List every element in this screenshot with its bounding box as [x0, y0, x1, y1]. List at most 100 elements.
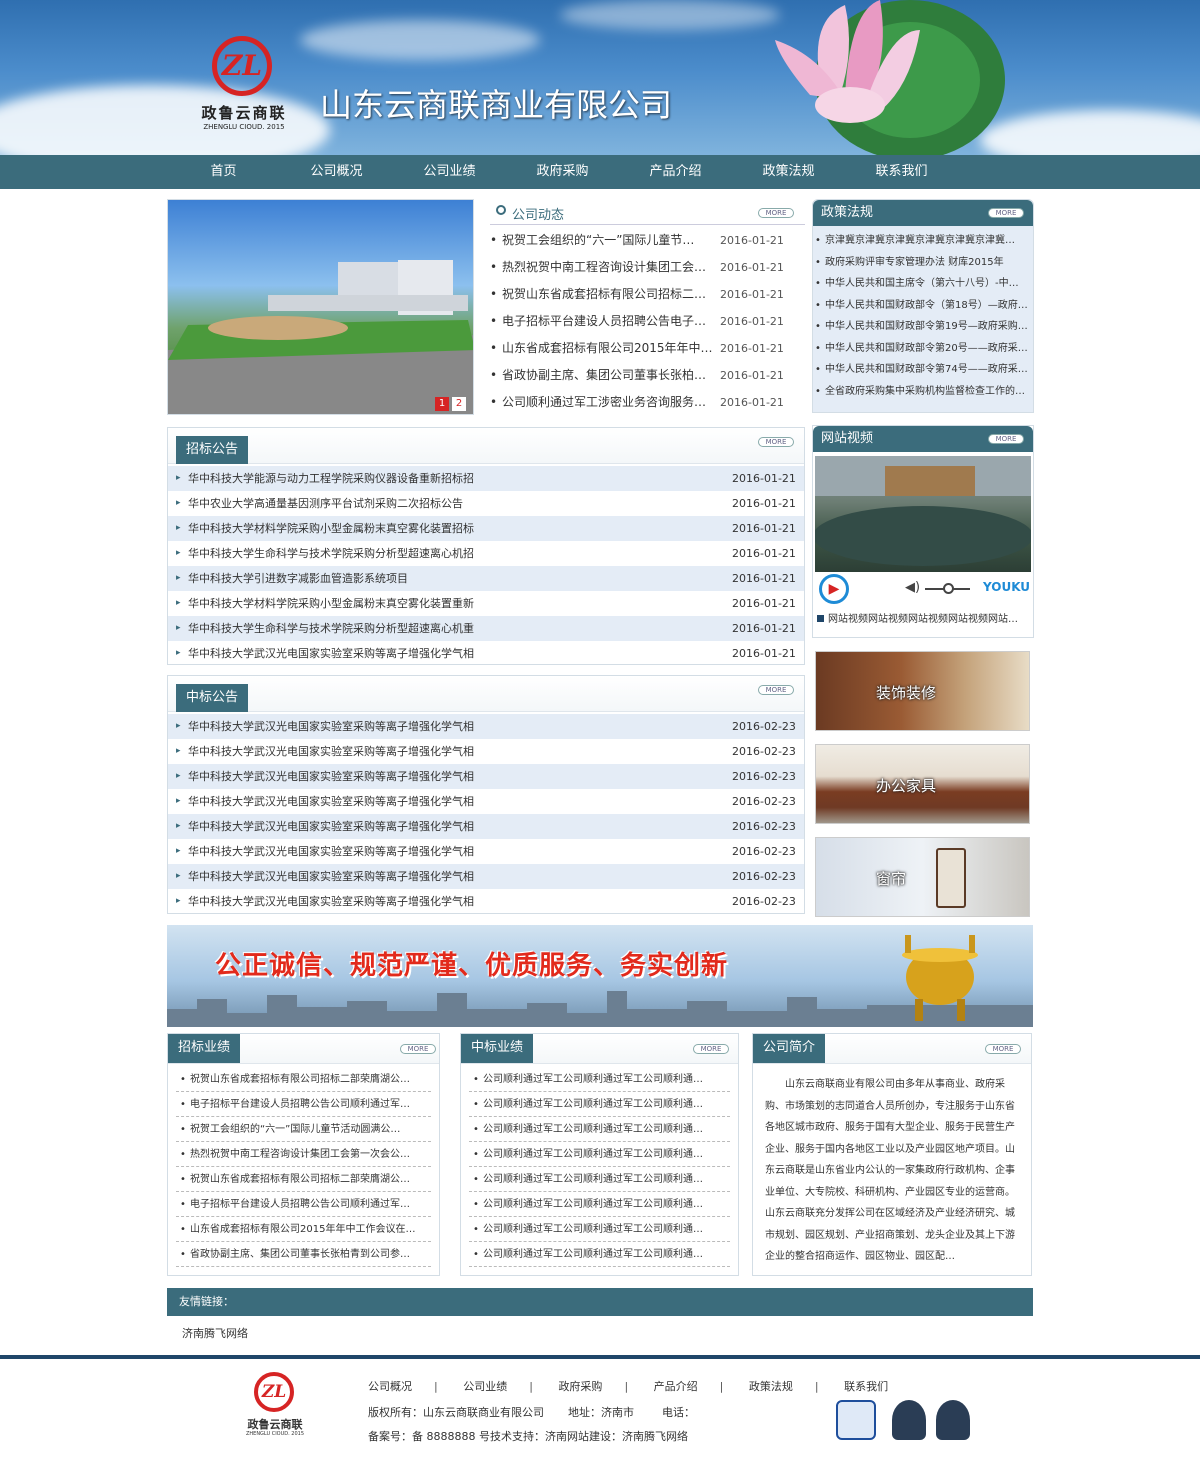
bidding-row[interactable]: 华中科技大学材料学院采购小型金属粉末真空雾化装置重新 2016-01-21: [168, 591, 804, 616]
nav-item-procurement[interactable]: 政府采购: [506, 155, 619, 189]
win-performance-panel: 中标业绩 MORE 公司顺利通过军工公司顺利通过军工公司顺利通…公司顺利通过军工…: [460, 1033, 739, 1276]
perf-win-item[interactable]: 公司顺利通过军工公司顺利通过军工公司顺利通…: [469, 1242, 730, 1267]
policy-item[interactable]: 中华人民共和国财政部令第20号——政府采…: [813, 338, 1033, 360]
winning-row[interactable]: 华中科技大学武汉光电国家实验室采购等离子增强化学气相 2016-02-23: [168, 814, 804, 839]
bidding-row[interactable]: 华中科技大学生命科学与技术学院采购分析型超速离心机招 2016-01-21: [168, 541, 804, 566]
intro-more-button[interactable]: MORE: [985, 1044, 1021, 1054]
bidding-row-title: 华中科技大学生命科学与技术学院采购分析型超速离心机重: [188, 622, 474, 635]
perf-bid-item[interactable]: 山东省成套招标有限公司2015年年中工作会议在…: [176, 1217, 431, 1242]
product-office[interactable]: 办公家具: [815, 744, 1030, 824]
cyber-police-icon[interactable]: [892, 1400, 926, 1440]
news-item-date: 2016-01-21: [720, 261, 784, 274]
bidding-row[interactable]: 华中科技大学材料学院采购小型金属粉末真空雾化装置招标 2016-01-21: [168, 516, 804, 541]
winning-row[interactable]: 华中科技大学武汉光电国家实验室采购等离子增强化学气相 2016-02-23: [168, 739, 804, 764]
police-badge-icon[interactable]: [836, 1400, 876, 1440]
video-more-button[interactable]: MORE: [988, 434, 1024, 444]
winning-row[interactable]: 华中科技大学武汉光电国家实验室采购等离子增强化学气相 2016-02-23: [168, 839, 804, 864]
nav-item-home[interactable]: 首页: [167, 155, 280, 189]
perf-bid-item[interactable]: 祝贺工会组织的“六一”国际儿童节活动圆满公…: [176, 1117, 431, 1142]
news-item[interactable]: 公司顺利通过军工涉密业务咨询服务… 2016-01-21: [490, 389, 805, 416]
chair-shape: [936, 848, 966, 908]
perf-bid-item[interactable]: 祝贺山东省成套招标有限公司招标二部荣膺湖公…: [176, 1067, 431, 1092]
bidding-row[interactable]: 华中科技大学引进数字减影血管造影系统项目 2016-01-21: [168, 566, 804, 591]
perf-win-item[interactable]: 公司顺利通过军工公司顺利通过军工公司顺利通…: [469, 1142, 730, 1167]
video-caption[interactable]: 网站视频网站视频网站视频网站视频网站…: [817, 610, 1029, 625]
winning-more-button[interactable]: MORE: [758, 685, 794, 695]
winning-panel: 中标公告 MORE 华中科技大学武汉光电国家实验室采购等离子增强化学气相 2016…: [167, 675, 805, 914]
intro-title: 公司简介: [753, 1034, 826, 1063]
link-item[interactable]: 济南腾飞网络: [182, 1325, 248, 1341]
footer-link-performance[interactable]: 公司业绩: [463, 1380, 507, 1393]
winning-row[interactable]: 华中科技大学武汉光电国家实验室采购等离子增强化学气相 2016-02-23: [168, 764, 804, 789]
bidding-row[interactable]: 华中农业大学高通量基因测序平台试剂采购二次招标公告 2016-01-21: [168, 491, 804, 516]
perf-win-item[interactable]: 公司顺利通过军工公司顺利通过军工公司顺利通…: [469, 1192, 730, 1217]
nav-item-policy[interactable]: 政策法规: [732, 155, 845, 189]
perf-bid-item[interactable]: 省政协副主席、集团公司董事长张柏青到公司参…: [176, 1242, 431, 1267]
volume-icon[interactable]: ◀): [905, 580, 920, 595]
nav-item-contact[interactable]: 联系我们: [845, 155, 958, 189]
policy-item[interactable]: 全省政府采购集中采购机构监督检查工作的…: [813, 381, 1033, 403]
youku-logo: YOUKU: [983, 580, 1031, 594]
news-more-button[interactable]: MORE: [758, 208, 794, 218]
perf-win-item[interactable]: 公司顺利通过军工公司顺利通过军工公司顺利通…: [469, 1167, 730, 1192]
volume-knob[interactable]: [943, 583, 954, 594]
perf-win-item[interactable]: 公司顺利通过军工公司顺利通过军工公司顺利通…: [469, 1217, 730, 1242]
play-icon[interactable]: ▶: [819, 574, 849, 604]
policy-item[interactable]: 中华人民共和国财政部令（第18号）—政府…: [813, 295, 1033, 317]
news-item[interactable]: 热烈祝贺中南工程咨询设计集团工会… 2016-01-21: [490, 254, 805, 281]
perf-win-item[interactable]: 公司顺利通过军工公司顺利通过军工公司顺利通…: [469, 1117, 730, 1142]
perf-bid-item[interactable]: 祝贺山东省成套招标有限公司招标二部荣膺湖公…: [176, 1167, 431, 1192]
bidding-row[interactable]: 华中科技大学能源与动力工程学院采购仪器设备重新招标招 2016-01-21: [168, 466, 804, 491]
slider-page-1[interactable]: 1: [435, 397, 449, 411]
news-item[interactable]: 省政协副主席、集团公司董事长张柏… 2016-01-21: [490, 362, 805, 389]
links-bar: 友情链接：: [167, 1288, 1033, 1316]
footer-link-products[interactable]: 产品介绍: [654, 1380, 698, 1393]
policy-item[interactable]: 中华人民共和国财政部令第19号—政府采购…: [813, 316, 1033, 338]
winning-title: 中标公告: [176, 684, 249, 712]
news-item-title: 祝贺山东省成套招标有限公司招标二…: [502, 287, 707, 301]
footer-link-about[interactable]: 公司概况: [368, 1380, 412, 1393]
footer-link-procurement[interactable]: 政府采购: [558, 1380, 602, 1393]
news-item[interactable]: 祝贺工会组织的“六一”国际儿童节… 2016-01-21: [490, 227, 805, 254]
winning-row[interactable]: 华中科技大学武汉光电国家实验室采购等离子增强化学气相 2016-02-23: [168, 789, 804, 814]
perf-win-item[interactable]: 公司顺利通过军工公司顺利通过军工公司顺利通…: [469, 1067, 730, 1092]
policy-item[interactable]: 中华人民共和国财政部令第74号——政府采…: [813, 359, 1033, 381]
footer-logo[interactable]: ZL 政鲁云商联 ZHENGLU CIOUD. 2015: [238, 1372, 312, 1442]
policy-item[interactable]: 京津冀京津冀京津冀京津冀京津冀京津冀…: [813, 230, 1033, 252]
bid-performance-panel: 招标业绩 MORE 祝贺山东省成套招标有限公司招标二部荣膺湖公…电子招标平台建设…: [167, 1033, 440, 1276]
winning-row[interactable]: 华中科技大学武汉光电国家实验室采购等离子增强化学气相 2016-02-23: [168, 889, 804, 914]
news-item[interactable]: 电子招标平台建设人员招聘公告电子… 2016-01-21: [490, 308, 805, 335]
bid-performance-more-button[interactable]: MORE: [400, 1044, 436, 1054]
nav-item-products[interactable]: 产品介绍: [619, 155, 732, 189]
perf-bid-item[interactable]: 电子招标平台建设人员招聘公告公司顺利通过军…: [176, 1192, 431, 1217]
nav-item-performance[interactable]: 公司业绩: [393, 155, 506, 189]
video-player[interactable]: [815, 456, 1031, 572]
policy-item[interactable]: 政府采购评审专家管理办法 财库2015年: [813, 252, 1033, 274]
winning-row[interactable]: 华中科技大学武汉光电国家实验室采购等离子增强化学气相 2016-02-23: [168, 714, 804, 739]
product-curtain[interactable]: 窗帘: [815, 837, 1030, 917]
bidding-row[interactable]: 华中科技大学生命科学与技术学院采购分析型超速离心机重 2016-01-21: [168, 616, 804, 641]
golden-vessel: [902, 935, 978, 1021]
policy-item[interactable]: 中华人民共和国主席令（第六十八号）-中…: [813, 273, 1033, 295]
image-slider[interactable]: 1 2: [167, 199, 474, 415]
news-item[interactable]: 山东省成套招标有限公司2015年年中… 2016-01-21: [490, 335, 805, 362]
cyber-police-icon-2[interactable]: [936, 1400, 970, 1440]
winning-row[interactable]: 华中科技大学武汉光电国家实验室采购等离子增强化学气相 2016-02-23: [168, 864, 804, 889]
policy-more-button[interactable]: MORE: [988, 208, 1024, 218]
news-item[interactable]: 祝贺山东省成套招标有限公司招标二… 2016-01-21: [490, 281, 805, 308]
slider-page-2[interactable]: 2: [452, 397, 466, 411]
footer-link-contact[interactable]: 联系我们: [844, 1380, 888, 1393]
perf-bid-item[interactable]: 热烈祝贺中南工程咨询设计集团工会第一次会公…: [176, 1142, 431, 1167]
footer-link-policy[interactable]: 政策法规: [749, 1380, 793, 1393]
winning-row-title: 华中科技大学武汉光电国家实验室采购等离子增强化学气相: [188, 845, 474, 858]
perf-bid-item[interactable]: 电子招标平台建设人员招聘公告公司顺利通过军…: [176, 1092, 431, 1117]
site-logo[interactable]: ZL 政鲁云商联 ZHENGLU CIOUD. 2015: [196, 36, 292, 136]
news-icon: [496, 205, 506, 215]
win-performance-more-button[interactable]: MORE: [693, 1044, 729, 1054]
product-decoration[interactable]: 装饰装修: [815, 651, 1030, 731]
nav-item-about[interactable]: 公司概况: [280, 155, 393, 189]
bidding-row[interactable]: 华中科技大学武汉光电国家实验室采购等离子增强化学气相 2016-01-21: [168, 641, 804, 666]
perf-win-item[interactable]: 公司顺利通过军工公司顺利通过军工公司顺利通…: [469, 1092, 730, 1117]
bidding-more-button[interactable]: MORE: [758, 437, 794, 447]
news-list: 祝贺工会组织的“六一”国际儿童节…2016-01-21热烈祝贺中南工程咨询设计集…: [490, 225, 805, 416]
